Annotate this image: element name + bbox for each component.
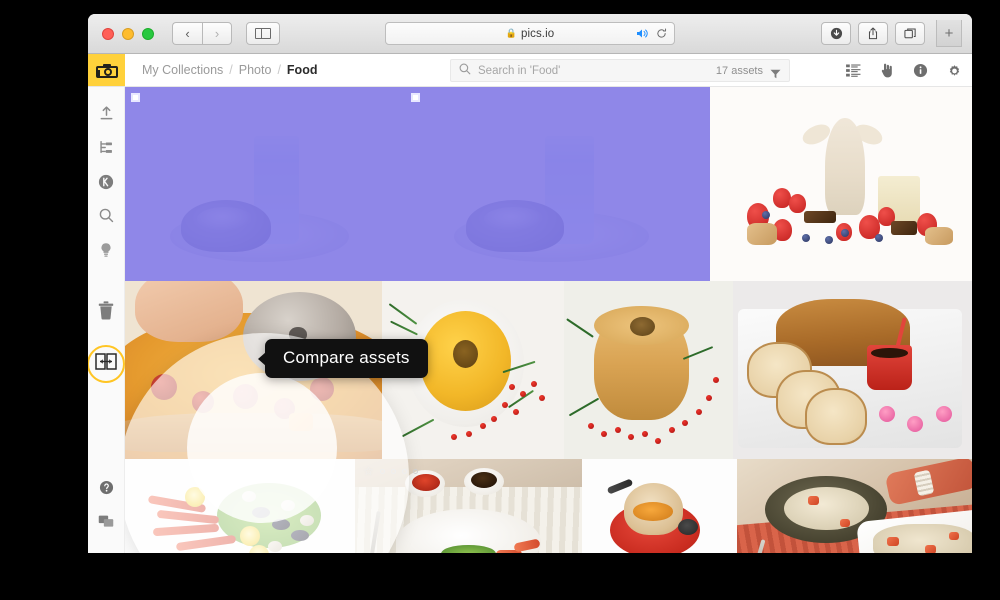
- breadcrumb-item-photo[interactable]: Photo: [239, 63, 272, 77]
- url-bar-actions: [636, 23, 667, 46]
- grid-row-3: ☆: [125, 459, 972, 553]
- asset-thumbnail: [125, 459, 355, 553]
- breadcrumb-separator: /: [277, 63, 281, 77]
- asset-thumbnail: [733, 281, 972, 459]
- selection-checkbox[interactable]: [131, 93, 140, 102]
- sidebar-item-search[interactable]: [88, 201, 125, 235]
- asset-chiffon-cake[interactable]: [564, 281, 733, 459]
- help-icon: [99, 480, 114, 500]
- url-text: pics.io: [520, 27, 555, 40]
- selection-checkbox[interactable]: [411, 93, 420, 102]
- asset-thumbnail: [710, 87, 972, 281]
- reload-icon[interactable]: [656, 28, 667, 41]
- asset-grid: ☆: [125, 87, 972, 553]
- sidebar-item-upload[interactable]: [88, 99, 125, 133]
- grid-row-1: [125, 87, 972, 281]
- sidebar-item-compare-assets[interactable]: [88, 345, 125, 383]
- header-actions: [846, 54, 962, 87]
- asset-plated-meal[interactable]: ☆: [355, 459, 582, 553]
- cursor-tool-icon[interactable]: [880, 63, 894, 78]
- tabs-overview-button[interactable]: [895, 22, 925, 45]
- browser-toolbar-actions: +: [821, 20, 964, 47]
- star-rating[interactable]: ☆: [363, 465, 418, 477]
- share-button[interactable]: [858, 22, 888, 45]
- breadcrumb-item-food[interactable]: Food: [287, 63, 318, 77]
- star-icon[interactable]: [412, 468, 418, 474]
- asset-cupcake-glass-b[interactable]: [405, 87, 710, 281]
- upload-icon: [99, 106, 114, 126]
- search-bar[interactable]: Search in 'Food' 17 assets: [450, 59, 790, 82]
- app-body: ☆: [88, 87, 972, 553]
- picsio-logo[interactable]: [88, 54, 125, 86]
- asset-thumbnail: [405, 87, 710, 281]
- asset-thumbnail: [737, 459, 972, 553]
- star-icon[interactable]: [390, 468, 396, 474]
- window-traffic-lights: [102, 27, 154, 40]
- lock-icon: 🔒: [505, 28, 517, 38]
- close-window-button[interactable]: [102, 27, 114, 40]
- sidebar-item-help[interactable]: [88, 473, 125, 507]
- breadcrumb-item-my-collections[interactable]: My Collections: [142, 63, 223, 77]
- tree-icon: [99, 140, 114, 160]
- compare-assets-icon: [95, 353, 117, 375]
- info-icon[interactable]: [913, 63, 928, 78]
- asset-thumbnail: [125, 87, 405, 281]
- breadcrumb: My Collections / Photo / Food: [125, 54, 317, 86]
- asset-angel-berries[interactable]: [710, 87, 972, 281]
- star-icon[interactable]: ☆: [363, 465, 374, 477]
- compare-assets-tooltip: Compare assets: [265, 339, 428, 378]
- star-icon[interactable]: [401, 468, 407, 474]
- star-icon[interactable]: [379, 468, 385, 474]
- forward-button[interactable]: ›: [202, 22, 232, 45]
- new-tab-button[interactable]: +: [936, 20, 962, 47]
- grid-row-2: [125, 281, 972, 459]
- trash-icon: [96, 299, 116, 326]
- picsio-logo-glyph: [95, 63, 118, 78]
- asset-red-tea-cup[interactable]: [582, 459, 737, 553]
- left-sidebar: [88, 87, 125, 553]
- asset-raisin-bread[interactable]: [733, 281, 972, 459]
- gear-icon[interactable]: [947, 63, 962, 78]
- speaker-icon[interactable]: [636, 28, 649, 42]
- sidebar-bottom-actions: [88, 473, 125, 553]
- sidebar-toggle-icon: [255, 28, 271, 39]
- sidebar-item-trash[interactable]: [88, 295, 125, 329]
- sidebar-item-support-chat[interactable]: [88, 507, 125, 541]
- lightbulb-icon: [99, 242, 113, 263]
- keywords-icon: [98, 174, 114, 195]
- sidebar-item-lightboards[interactable]: [88, 235, 125, 269]
- asset-count-label: 17 assets: [715, 64, 763, 77]
- search-icon: [459, 63, 471, 78]
- view-mode-icon[interactable]: [846, 64, 861, 77]
- url-bar[interactable]: 🔒 pics.io: [385, 22, 675, 45]
- asset-thumbnail: [582, 459, 737, 553]
- download-button[interactable]: [821, 22, 851, 45]
- browser-window: ‹ › 🔒 pics.io + My Collections / Photo /…: [88, 14, 972, 553]
- filter-funnel-icon[interactable]: [770, 66, 781, 78]
- app-header: My Collections / Photo / Food Search in …: [88, 54, 972, 87]
- asset-creamy-salad[interactable]: [737, 459, 972, 553]
- chat-icon: [98, 514, 114, 534]
- back-button[interactable]: ‹: [172, 22, 202, 45]
- search-input[interactable]: Search in 'Food': [478, 65, 716, 77]
- sidebar-item-collections-tree[interactable]: [88, 133, 125, 167]
- maximize-window-button[interactable]: [142, 27, 154, 40]
- asset-seafood-platter[interactable]: [125, 459, 355, 553]
- navigation-buttons: ‹ ›: [172, 22, 232, 45]
- screenshot-root: ‹ › 🔒 pics.io + My Collections / Photo /…: [0, 0, 1000, 600]
- search-icon: [99, 208, 114, 228]
- sidebar-toggle-button[interactable]: [246, 22, 280, 45]
- browser-toolbar: ‹ › 🔒 pics.io +: [88, 14, 972, 54]
- minimize-window-button[interactable]: [122, 27, 134, 40]
- sidebar-item-keywords[interactable]: [88, 167, 125, 201]
- asset-cupcake-glass-a[interactable]: [125, 87, 405, 281]
- breadcrumb-separator: /: [229, 63, 233, 77]
- asset-thumbnail: [564, 281, 733, 459]
